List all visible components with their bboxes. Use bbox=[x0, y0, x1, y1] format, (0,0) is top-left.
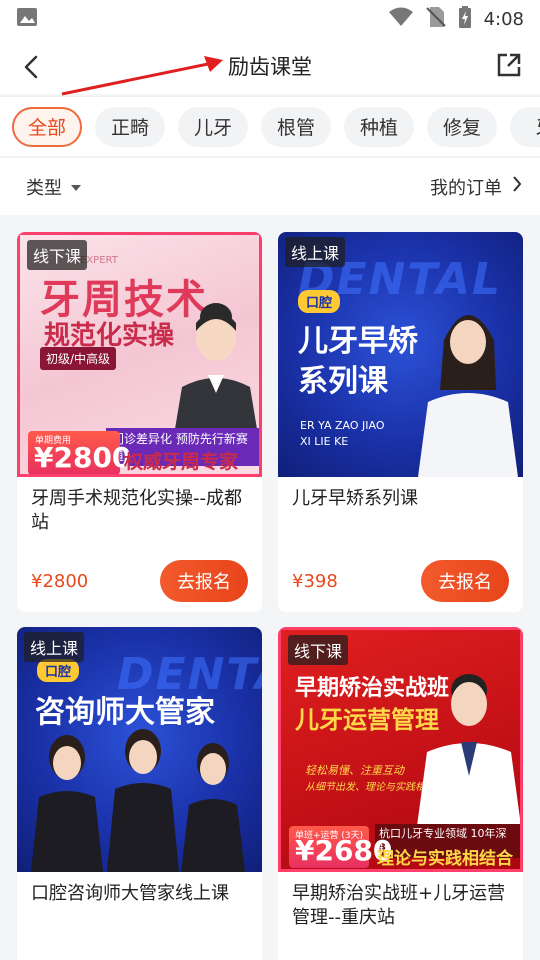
tab-restoration[interactable]: 修复 bbox=[427, 106, 498, 147]
course-card[interactable]: DENTAL 口腔 咨询师大管家 线上课 口腔咨询师大管家线上课 bbox=[17, 627, 262, 960]
course-title[interactable]: 牙周手术规范化实操--成都站 bbox=[17, 477, 262, 547]
course-title[interactable]: 儿牙早矫系列课 bbox=[278, 477, 523, 547]
course-type-tag: 线上课 bbox=[24, 632, 85, 662]
cover-subline: 系列课 bbox=[298, 364, 388, 399]
doctor-portrait-icon bbox=[174, 303, 258, 435]
course-cover[interactable]: DENTAL 口腔 儿牙早矫 系列课 ER YA ZAO JIAO XI LIE… bbox=[278, 232, 523, 477]
cover-level: 初级/中高级 bbox=[40, 347, 117, 370]
course-cover[interactable]: 早期矫治实战班+ 儿牙运营管理 轻松易懂、注重互动 从细节出发、理论与实践相结合… bbox=[278, 627, 523, 872]
course-card[interactable]: DENTAL 口腔 儿牙早矫 系列课 ER YA ZAO JIAO XI LIE… bbox=[278, 232, 523, 612]
tab-implant[interactable]: 种植 bbox=[344, 106, 415, 147]
course-title[interactable]: 早期矫治实战班+儿牙运营管理--重庆站 bbox=[278, 872, 523, 942]
tab-more[interactable]: 牙 bbox=[510, 106, 540, 147]
course-cover[interactable]: DENTAL 口腔 咨询师大管家 线上课 bbox=[17, 627, 262, 872]
caret-down-icon bbox=[70, 176, 82, 197]
back-icon[interactable] bbox=[16, 52, 46, 82]
doctor-portrait-icon bbox=[417, 674, 520, 826]
wifi-icon bbox=[388, 7, 414, 31]
tab-all[interactable]: 全部 bbox=[12, 106, 83, 147]
course-type-tag: 线下课 bbox=[288, 635, 349, 665]
tab-pediatric[interactable]: 儿牙 bbox=[178, 106, 249, 147]
my-orders-link[interactable]: 我的订单 bbox=[430, 174, 522, 200]
my-orders-label: 我的订单 bbox=[430, 177, 502, 199]
status-time: 4:08 bbox=[483, 8, 524, 30]
cover-pinyin-2: XI LIE KE bbox=[300, 435, 349, 448]
tab-root-canal[interactable]: 根管 bbox=[261, 106, 332, 147]
battery-icon bbox=[458, 6, 472, 32]
cover-expert: 权威牙周专家 bbox=[124, 451, 239, 473]
share-icon[interactable] bbox=[494, 50, 524, 80]
cover-price-badge: 单班+运营 (3天) ¥2680 bbox=[289, 826, 392, 868]
chevron-right-icon bbox=[512, 175, 522, 198]
cover-theory: 理论与实践相结合 bbox=[377, 849, 513, 869]
course-footer: ¥2800 去报名 bbox=[17, 547, 262, 612]
type-filter[interactable]: 类型 bbox=[26, 174, 82, 200]
cover-pill: 口腔 bbox=[298, 290, 341, 313]
cover-price: ¥2800 bbox=[34, 441, 132, 474]
type-filter-label: 类型 bbox=[26, 177, 62, 199]
course-card[interactable]: 早期矫治实战班+ 儿牙运营管理 轻松易懂、注重互动 从细节出发、理论与实践相结合… bbox=[278, 627, 523, 960]
signup-button[interactable]: 去报名 bbox=[421, 560, 509, 602]
cover-pill: 口腔 bbox=[37, 659, 80, 682]
course-footer: ¥398 去报名 bbox=[278, 547, 523, 612]
image-notification-icon bbox=[16, 6, 38, 32]
category-tabs: 全部 正畸 儿牙 根管 种植 修复 牙 bbox=[0, 96, 540, 156]
course-cover[interactable]: EXPERT 牙周技术 规范化实操 初级/中高级 门诊差异化 预防先行新赛道 单… bbox=[17, 232, 262, 477]
teacher-portrait-icon bbox=[418, 315, 518, 477]
status-bar: 4:08 bbox=[0, 0, 540, 38]
consultants-portrait-icon bbox=[31, 729, 245, 872]
signup-button[interactable]: 去报名 bbox=[160, 560, 248, 602]
cover-headline: 咨询师大管家 bbox=[35, 695, 215, 730]
course-card[interactable]: EXPERT 牙周技术 规范化实操 初级/中高级 门诊差异化 预防先行新赛道 单… bbox=[17, 232, 262, 612]
course-type-tag: 线上课 bbox=[285, 237, 346, 267]
cover-price-badge: 单期费用 ¥2800 bbox=[28, 431, 131, 474]
page-title: 励齿课堂 bbox=[228, 55, 312, 79]
no-sim-icon bbox=[425, 6, 446, 32]
cover-headline: 儿牙早矫 bbox=[298, 324, 418, 359]
cover-pinyin-1: ER YA ZAO JIAO bbox=[300, 419, 385, 432]
filter-bar: 类型 我的订单 bbox=[0, 157, 540, 215]
cover-handwriting-1: 轻松易懂、注重互动 bbox=[305, 764, 404, 777]
tab-orthodontics[interactable]: 正畸 bbox=[95, 106, 166, 147]
course-title[interactable]: 口腔咨询师大管家线上课 bbox=[17, 872, 262, 942]
course-type-tag: 线下课 bbox=[27, 240, 88, 270]
course-price: ¥398 bbox=[292, 570, 338, 592]
top-bar: 励齿课堂 bbox=[0, 38, 540, 94]
course-price: ¥2800 bbox=[31, 570, 89, 592]
